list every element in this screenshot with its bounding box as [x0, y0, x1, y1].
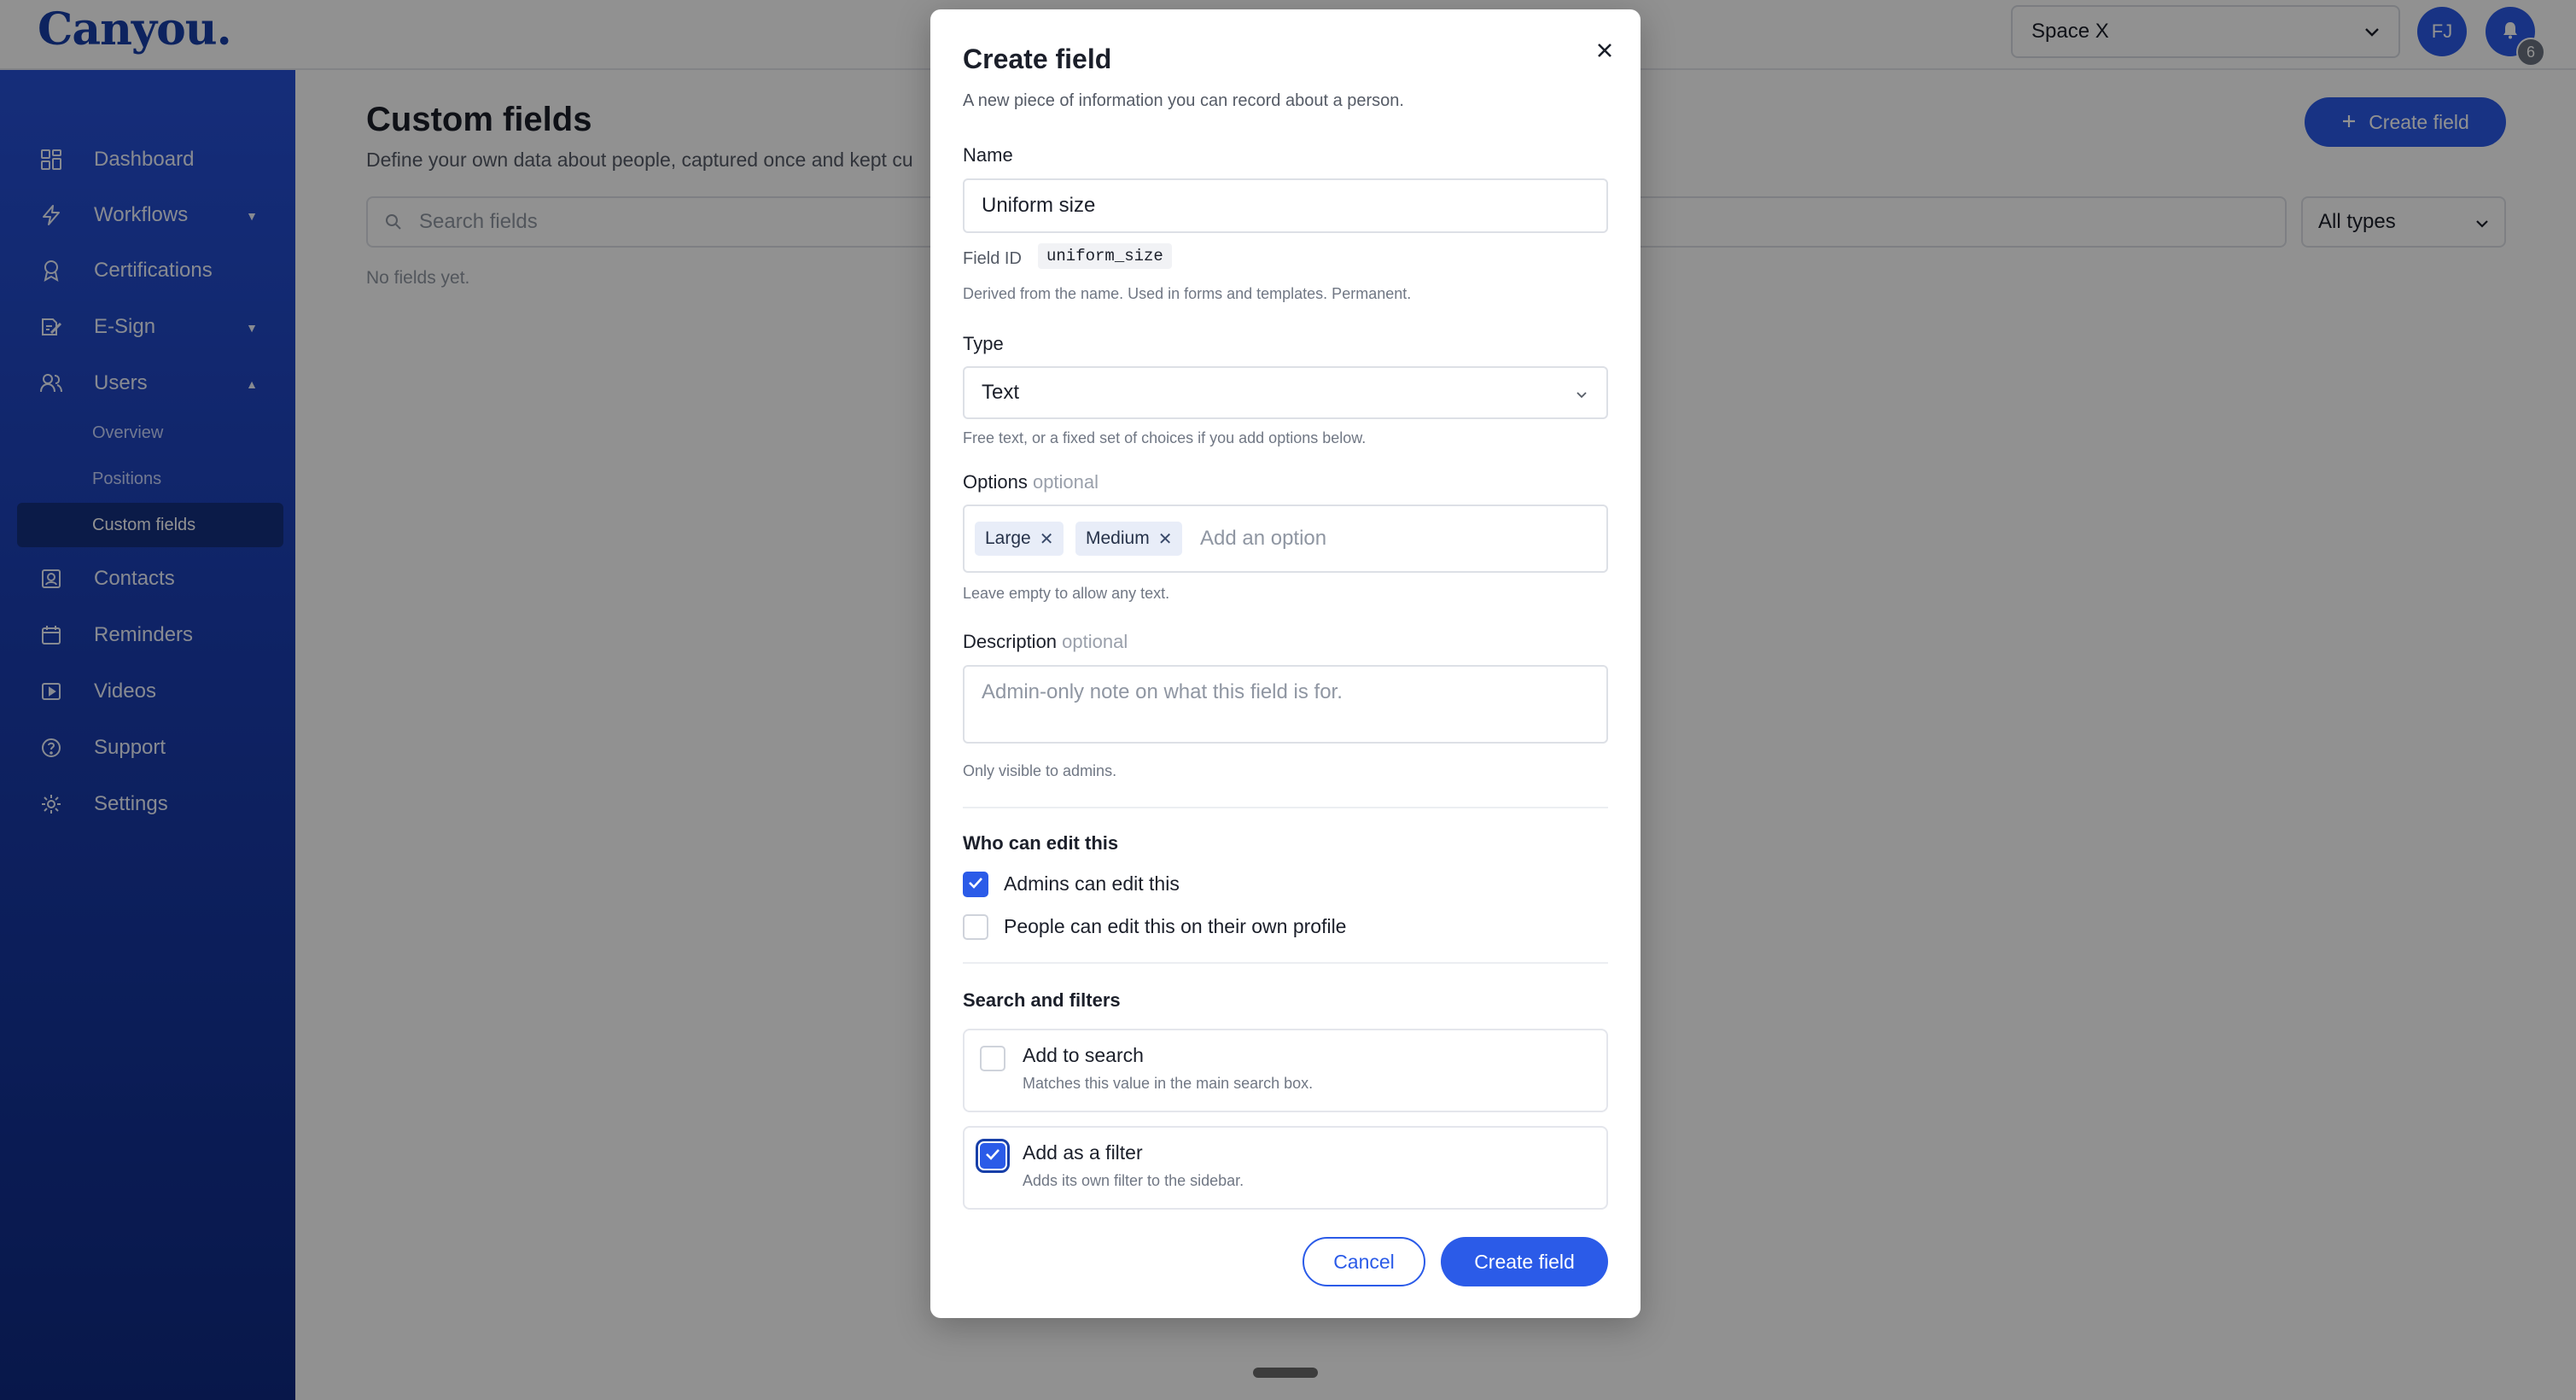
- optional-tag: optional: [1062, 631, 1128, 652]
- type-select[interactable]: Text: [963, 366, 1608, 419]
- description-placeholder: Admin-only note on what this field is fo…: [982, 680, 1343, 703]
- description-textarea[interactable]: Admin-only note on what this field is fo…: [963, 665, 1608, 744]
- type-hint: Free text, or a fixed set of choices if …: [963, 429, 1367, 446]
- option-chip-label: Medium: [1086, 528, 1150, 548]
- option-chip-medium: Medium ✕: [1075, 522, 1183, 556]
- name-field[interactable]: Uniform size: [963, 178, 1608, 233]
- options-label-text: Options: [963, 471, 1028, 493]
- optional-tag: optional: [1032, 471, 1099, 493]
- add-as-filter-hint: Adds its own filter to the sidebar.: [1023, 1172, 1244, 1189]
- name-label: Name: [963, 144, 1013, 166]
- add-option-input[interactable]: Add an option: [1200, 527, 1326, 551]
- add-to-search-checkbox[interactable]: [980, 1046, 1005, 1071]
- cancel-button[interactable]: Cancel: [1303, 1237, 1425, 1286]
- admins-can-edit-label[interactable]: Admins can edit this: [1004, 872, 1180, 895]
- chevron-down-icon: [1576, 381, 1588, 405]
- type-select-value: Text: [982, 381, 1020, 404]
- option-chip-large: Large ✕: [975, 522, 1064, 556]
- modal-title: Create field: [963, 44, 1112, 74]
- options-hint: Leave empty to allow any text.: [963, 585, 1170, 602]
- create-field-submit-button[interactable]: Create field: [1441, 1237, 1608, 1286]
- type-label: Type: [963, 333, 1004, 354]
- remove-option-icon[interactable]: ✕: [1158, 528, 1173, 550]
- people-can-edit-label[interactable]: People can edit this on their own profil…: [1004, 915, 1346, 938]
- modal-subtitle: A new piece of information you can recor…: [963, 91, 1404, 110]
- description-hint: Only visible to admins.: [963, 762, 1117, 779]
- add-to-search-hint: Matches this value in the main search bo…: [1023, 1075, 1314, 1092]
- add-as-filter-title: Add as a filter: [1023, 1141, 1143, 1164]
- description-label-text: Description: [963, 631, 1058, 652]
- divider: [963, 962, 1608, 964]
- people-can-edit-checkbox[interactable]: [963, 914, 988, 940]
- close-icon: [1596, 42, 1613, 63]
- divider: [963, 807, 1608, 808]
- add-as-filter-checkbox[interactable]: [976, 1139, 1010, 1173]
- resize-handle: [1253, 1368, 1318, 1378]
- who-can-edit-heading: Who can edit this: [963, 832, 1119, 854]
- create-field-modal: Create field A new piece of information …: [930, 9, 1641, 1318]
- add-to-search-title: Add to search: [1023, 1044, 1144, 1066]
- add-to-search-card[interactable]: Add to search Matches this value in the …: [963, 1029, 1608, 1112]
- field-id-value: uniform_size: [1038, 243, 1172, 269]
- remove-option-icon[interactable]: ✕: [1040, 528, 1054, 550]
- close-button[interactable]: [1588, 35, 1622, 69]
- check-icon: [967, 876, 984, 894]
- name-field-value: Uniform size: [982, 194, 1096, 217]
- field-id-hint: Derived from the name. Used in forms and…: [963, 285, 1412, 302]
- description-label: Description optional: [963, 631, 1128, 653]
- option-chip-label: Large: [985, 528, 1031, 548]
- search-filters-heading: Search and filters: [963, 989, 1121, 1011]
- options-label: Options optional: [963, 471, 1099, 493]
- admins-can-edit-checkbox[interactable]: [963, 872, 988, 897]
- check-icon: [984, 1147, 1001, 1165]
- field-id-label: Field ID: [963, 249, 1022, 268]
- add-as-filter-card[interactable]: Add as a filter Adds its own filter to t…: [963, 1126, 1608, 1210]
